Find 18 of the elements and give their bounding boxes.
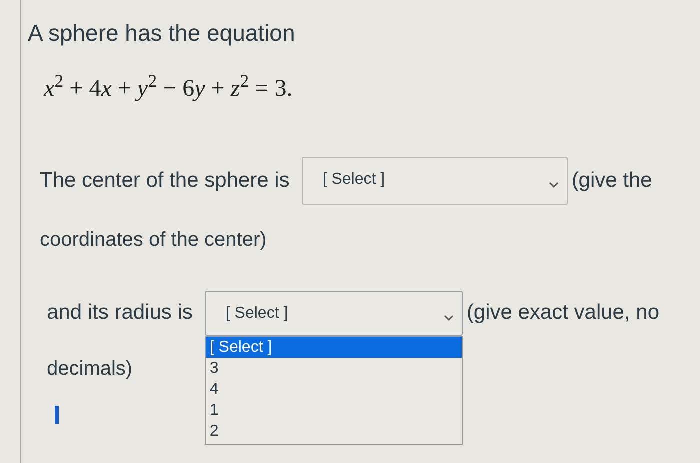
question-text: coordinates of the center) — [40, 228, 267, 250]
question-prompt: A sphere has the equation — [28, 20, 296, 46]
text-cursor-icon — [55, 406, 59, 424]
question-text: decimals) — [47, 358, 133, 380]
dropdown-option[interactable]: 2 — [206, 420, 462, 442]
question-text: (give the — [572, 168, 652, 194]
select-dropdown[interactable]: [ Select ] — [204, 290, 463, 336]
dropdown-option[interactable]: [ Select ] — [206, 336, 462, 358]
select-dropdown[interactable]: [ Select ] — [302, 156, 568, 204]
chevron-down-icon — [444, 314, 454, 322]
dropdown-option[interactable]: 1 — [206, 400, 462, 420]
question-text: and its radius is — [47, 300, 193, 326]
question-text: The center of the sphere is — [40, 168, 290, 194]
equation: x$^{2}$ + 4x + y$^{2}$ − 6y + z$^{2}$ = 3. — [44, 76, 293, 102]
chevron-down-icon — [548, 182, 559, 189]
dropdown-option[interactable]: 3 — [206, 358, 462, 378]
dropdown-option[interactable]: 4 — [206, 378, 462, 400]
question-text: (give exact value, no — [466, 300, 660, 326]
